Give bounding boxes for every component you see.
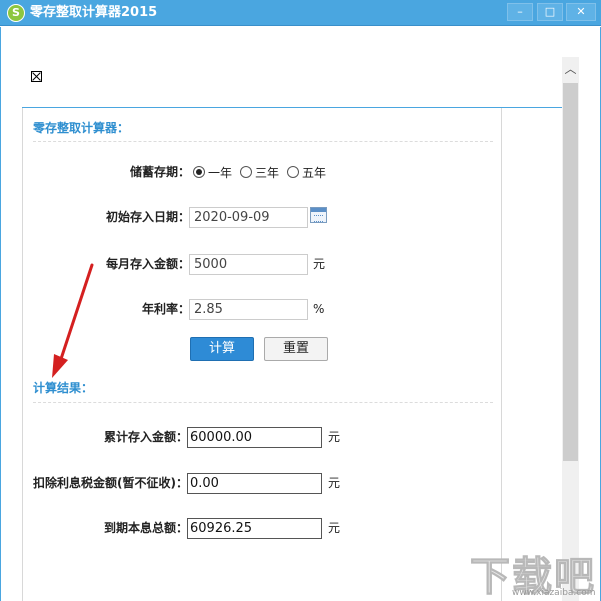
term-option-5yr[interactable]: 五年	[287, 164, 326, 181]
annual-rate-label: 年利率：	[141, 302, 190, 316]
tax-deducted-unit: 元	[328, 476, 341, 490]
close-button[interactable]: ✕	[566, 3, 596, 21]
tax-deducted-output[interactable]: 0.00	[187, 473, 322, 494]
calculator-section-title: 零存整取计算器：	[33, 121, 130, 135]
maturity-total-label: 到期本息总额：	[103, 521, 188, 535]
watermark-url: www.xiazaiba.com	[512, 588, 596, 598]
radio-unchecked-icon[interactable]	[240, 166, 253, 178]
window-title: 零存整取计算器2015	[30, 5, 158, 20]
annotation-arrow-icon	[52, 263, 94, 378]
monthly-deposit-label: 每月存入金额：	[105, 257, 190, 271]
radio-checked-icon[interactable]	[193, 166, 205, 178]
maturity-total-output[interactable]: 60926.25	[187, 518, 322, 539]
calculate-button[interactable]: 计算	[190, 337, 254, 361]
vertical-scrollbar[interactable]: ︿	[562, 57, 579, 601]
term-option-3yr[interactable]: 三年	[240, 164, 279, 181]
term-option-label: 三年	[255, 165, 280, 180]
minimize-button[interactable]: –	[507, 3, 533, 21]
title-bar: S 零存整取计算器2015 – □ ✕	[0, 0, 601, 26]
radio-unchecked-icon[interactable]	[287, 166, 300, 178]
scroll-up-arrow-icon[interactable]: ︿	[562, 57, 579, 81]
section-divider	[33, 402, 493, 403]
term-option-1yr[interactable]: 一年	[193, 164, 232, 181]
broken-image-icon	[31, 71, 42, 82]
section-divider	[33, 141, 493, 142]
tax-deducted-label: 扣除利息税金额(暂不征收)：	[33, 476, 188, 490]
app-logo-icon: S	[7, 4, 25, 22]
annual-rate-unit: %	[313, 302, 325, 316]
calendar-icon[interactable]	[310, 207, 327, 223]
scroll-thumb[interactable]	[563, 83, 578, 461]
annual-rate-input[interactable]: 2.85	[189, 299, 308, 320]
reset-button[interactable]: 重置	[264, 337, 328, 361]
total-deposit-unit: 元	[328, 430, 341, 444]
term-label: 储蓄存期：	[129, 165, 190, 179]
start-date-label: 初始存入日期：	[105, 210, 190, 224]
start-date-input[interactable]: 2020-09-09	[189, 207, 308, 228]
monthly-deposit-unit: 元	[313, 257, 326, 271]
term-option-label: 五年	[302, 165, 327, 180]
total-deposit-output[interactable]: 60000.00	[187, 427, 322, 448]
term-radio-group: 一年 三年 五年	[193, 162, 334, 182]
total-deposit-label: 累计存入金额：	[103, 430, 188, 444]
monthly-deposit-input[interactable]: 5000	[189, 254, 308, 275]
maximize-button[interactable]: □	[537, 3, 563, 21]
term-option-label: 一年	[208, 165, 233, 180]
maturity-total-unit: 元	[328, 521, 341, 535]
